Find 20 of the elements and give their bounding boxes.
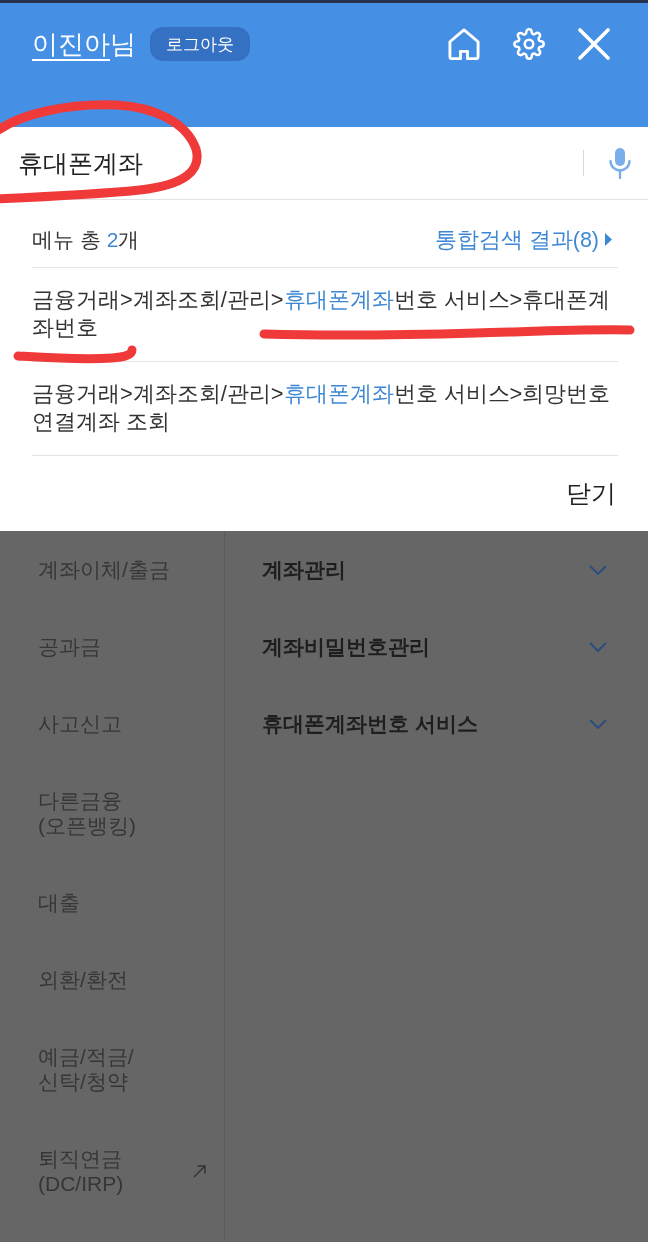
chevron-down-icon[interactable] <box>589 641 607 652</box>
logout-button[interactable]: 로그아웃 <box>150 27 250 61</box>
search-field[interactable]: 휴대폰계좌 <box>18 145 583 181</box>
search-result-item[interactable]: 금융거래>계좌조회/관리>휴대폰계좌번호 서비스>희망번호 연결계좌 조회 <box>32 380 618 436</box>
accordion-item[interactable]: 휴대폰계좌번호 서비스 <box>262 711 478 736</box>
user-name-link[interactable]: 이진아 <box>32 27 110 61</box>
search-result-item[interactable]: 금융거래>계좌조회/관리>휴대폰계좌번호 서비스>휴대폰계좌번호 <box>32 286 618 342</box>
accordion-item[interactable]: 계좌관리 <box>262 557 346 582</box>
close-button[interactable]: 닫기 <box>566 477 618 510</box>
chevron-down-icon[interactable] <box>589 718 607 729</box>
microphone-icon[interactable] <box>608 147 632 179</box>
all-results-link[interactable]: 통합검색 결과(8) <box>434 225 612 254</box>
settings-icon[interactable] <box>513 28 545 60</box>
chevron-down-icon[interactable] <box>589 564 607 575</box>
close-icon[interactable] <box>578 28 610 60</box>
accordion-item[interactable]: 계좌비밀번호관리 <box>262 634 430 659</box>
result-count-text: 메뉴 총 2개 <box>32 226 140 253</box>
home-icon[interactable] <box>448 28 480 60</box>
caret-icon <box>605 233 612 246</box>
honorific-text: 님 <box>110 28 136 61</box>
